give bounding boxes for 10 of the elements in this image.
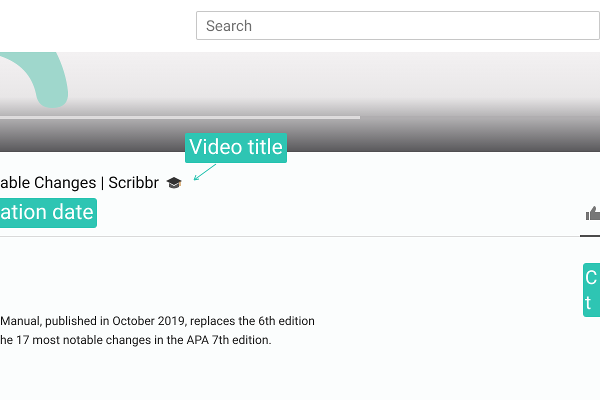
video-title: able Changes | Scribbr (0, 172, 159, 194)
thumbs-up-icon[interactable] (586, 206, 600, 220)
leader-line (191, 163, 217, 183)
description-text: he 17 most notable changes in the APA 7th edition. (0, 332, 273, 349)
search-field[interactable]: Search (196, 11, 600, 40)
annotation-label: ation date (0, 198, 98, 228)
annotation-label: C t (583, 263, 600, 317)
graduation-cap-icon (164, 176, 183, 190)
description-text: Manual, published in October 2019, replaces the 6th edition (0, 313, 316, 330)
annotation-label: Video title (185, 133, 287, 163)
